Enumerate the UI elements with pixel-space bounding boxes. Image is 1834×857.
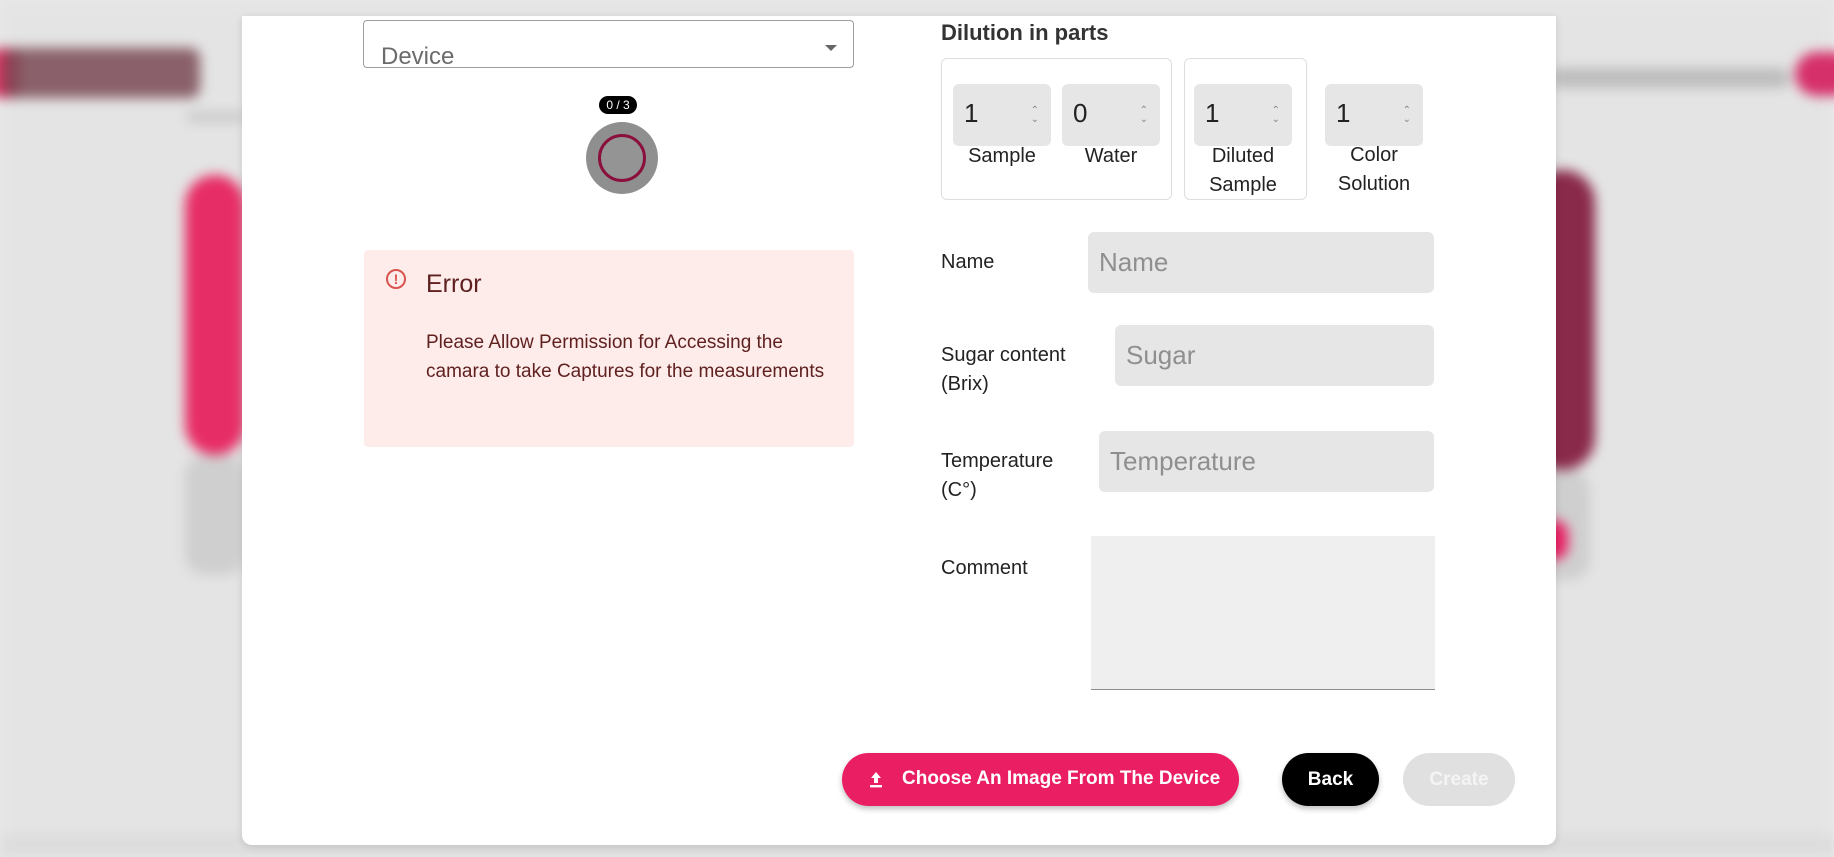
diluted-sample-label: Diluted Sample [1194, 142, 1292, 200]
sample-stepper[interactable]: 1 ⌃ ⌄ [953, 84, 1051, 146]
water-stepper[interactable]: 0 ⌃ ⌄ [1062, 84, 1160, 146]
capture-counter-badge: 0 / 3 [599, 96, 637, 114]
sugar-label-line1: Sugar content [941, 344, 1066, 366]
name-input[interactable]: Name [1088, 232, 1434, 293]
device-select-placeholder: Device [381, 43, 455, 70]
choose-image-label: Choose An Image From The Device [902, 768, 1221, 789]
sample-value: 1 [964, 98, 979, 128]
temperature-input[interactable]: Temperature [1099, 431, 1434, 492]
color-solution-label-line2: Solution [1337, 173, 1411, 195]
error-alert: ! Error Please Allow Permission for Acce… [364, 250, 854, 447]
sample-label: Sample [968, 145, 1036, 167]
temperature-label-line2: (C°) [941, 479, 977, 501]
upload-icon [870, 772, 882, 788]
temperature-placeholder: Temperature [1110, 446, 1256, 476]
spinner-arrows-icon[interactable]: ⌃ ⌄ [1140, 106, 1148, 125]
name-placeholder: Name [1099, 247, 1169, 277]
capture-button[interactable] [586, 122, 658, 194]
name-label: Name [941, 251, 995, 273]
temperature-label: Temperature (C°) [941, 447, 1053, 505]
sugar-input[interactable]: Sugar [1115, 325, 1434, 386]
background-card [185, 175, 245, 455]
error-outline-icon: ! [386, 269, 406, 289]
temperature-label-line1: Temperature [941, 450, 1054, 472]
comment-label: Comment [941, 557, 1028, 579]
diluted-sample-label-line1: Diluted [1211, 145, 1275, 167]
color-solution-value: 1 [1336, 98, 1351, 128]
diluted-sample-stepper[interactable]: 1 ⌃ ⌄ [1194, 84, 1292, 146]
water-value: 0 [1073, 98, 1088, 128]
choose-image-button[interactable]: Choose An Image From The Device [842, 753, 1239, 806]
sugar-label: Sugar content (Brix) [941, 341, 1066, 399]
background-avatar [1795, 52, 1834, 96]
spinner-arrows-icon[interactable]: ⌃ ⌄ [1031, 106, 1039, 125]
color-solution-label-line1: Color [1350, 144, 1398, 166]
diluted-sample-label-line2: Sample [1209, 174, 1277, 196]
create-button[interactable]: Create [1403, 753, 1515, 806]
sugar-label-line2: (Brix) [941, 373, 989, 395]
dilution-title: Dilution in parts [941, 20, 1109, 45]
comment-textarea[interactable] [1091, 536, 1435, 690]
background-logo [4, 48, 200, 98]
capture-ring-icon [598, 134, 646, 182]
spinner-arrows-icon[interactable]: ⌃ ⌄ [1272, 106, 1280, 125]
error-title: Error [426, 270, 482, 298]
device-select[interactable]: Device [363, 20, 854, 70]
background-link [186, 112, 246, 122]
spinner-arrows-icon[interactable]: ⌃ ⌄ [1403, 106, 1411, 125]
chevron-down-icon [825, 45, 837, 51]
background-nav [1550, 68, 1790, 88]
color-solution-stepper[interactable]: 1 ⌃ ⌄ [1325, 84, 1423, 146]
background-card [185, 455, 245, 575]
color-solution-label: Color Solution [1325, 141, 1423, 199]
diluted-sample-value: 1 [1205, 98, 1220, 128]
measurement-dialog: Device 0 / 3 ! Error Please Allow Permis… [242, 16, 1556, 845]
water-label: Water [1084, 145, 1138, 167]
error-message: Please Allow Permission for Accessing th… [426, 332, 825, 382]
back-button[interactable]: Back [1282, 753, 1379, 806]
sugar-placeholder: Sugar [1126, 340, 1196, 370]
